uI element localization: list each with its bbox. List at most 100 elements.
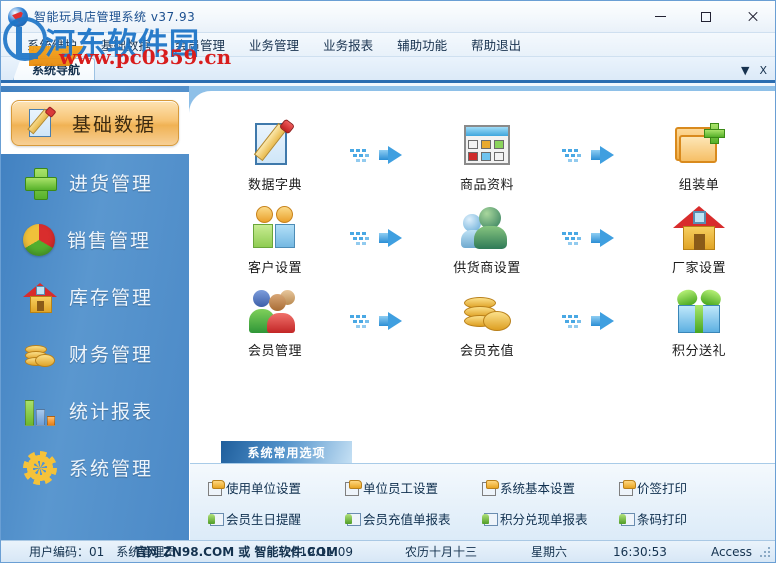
sidebar-item-label: 进货管理 [69,173,154,195]
flow-cell-supplier-setting[interactable]: 供货商设置 [432,202,542,276]
title-bar: 智能玩具店管理系统 v37.93 [1,1,775,33]
sidebar-item-label: 销售管理 [67,230,152,252]
pie-chart-icon [23,224,55,256]
maximize-button[interactable] [683,1,729,32]
options-row: 使用单位设置 单位员工设置 系统基本设置 价签打印 [190,478,775,497]
flow-cell-data-dictionary[interactable]: 数据字典 [220,118,330,193]
clipboard-gold-icon [482,480,499,496]
option-staff-setting[interactable]: 单位员工设置 [345,478,482,497]
sidebar-item-system[interactable]: 系统管理 [1,439,189,496]
flow-cell-assembly-order[interactable]: 组装单 [644,119,754,193]
clipboard-gold-icon [208,480,225,496]
tab-controls: ▼ X [741,64,775,80]
gold-coins-icon [461,285,513,337]
sidebar-item-label: 统计报表 [69,401,154,423]
menu-bar: 系统维护 基础数据 会员管理 业务管理 业务报表 辅助功能 帮助退出 [1,33,775,57]
supplier-people-icon [461,202,513,254]
flow-cell-points-gift[interactable]: 积分送礼 [644,285,754,359]
person-card-icon [208,512,224,526]
blue-arrow-right-icon [348,227,402,249]
tab-close-icon[interactable]: X [759,64,767,77]
flow-cell-goods-info[interactable]: 商品资料 [432,119,542,193]
option-system-basic-setting[interactable]: 系统基本设置 [482,478,619,497]
sidebar-item-label: 基础数据 [72,113,157,136]
blue-arrow-right-icon [348,310,402,332]
person-card-icon [482,512,498,526]
option-label: 单位员工设置 [363,481,439,496]
goods-window-icon [461,119,513,171]
gift-box-icon [673,285,725,337]
flow-cell-customer-setting[interactable]: 客户设置 [220,202,330,276]
sidebar-item-finance[interactable]: 财务管理 [1,325,189,382]
menu-item-business-reports[interactable]: 业务报表 [311,33,385,56]
sidebar-item-sales[interactable]: 销售管理 [1,211,189,268]
flow-cell-label: 积分送礼 [671,344,726,359]
status-database: Access [710,544,753,559]
option-barcode-print[interactable]: 条码打印 [619,509,756,528]
option-label: 价签打印 [637,481,688,496]
clipboard-gold-icon [345,480,362,496]
flow-cell-label: 会员充值 [459,344,514,359]
flow-cell-factory-setting[interactable]: 厂家设置 [644,202,754,276]
flow-cell-member-recharge[interactable]: 会员充值 [432,285,542,359]
status-lunar-date: 农历十月十三 [405,545,478,559]
option-points-redemption-report[interactable]: 积分兑现单报表 [482,509,619,528]
navigation-panel: 数据字典 商品资料 组装单 客户设置 供货商设置 厂家设置 会员管理 会员充值 … [189,91,775,540]
common-options-header: 系统常用选项 [221,441,352,463]
menu-item-auxiliary-functions[interactable]: 辅助功能 [385,33,459,56]
menu-item-system-maintenance[interactable]: 系统维护 [15,33,89,56]
common-options-title: 系统常用选项 [247,445,326,460]
coins-icon [23,337,57,371]
house-icon [23,280,57,314]
option-price-tag-print[interactable]: 价签打印 [619,478,756,497]
status-bar: 用户编码：01 系统管理员 官网 ZN98.COM 或 智能软件.COM 201… [1,540,775,562]
menu-item-member-management[interactable]: 会员管理 [163,33,237,56]
flow-cell-label: 商品资料 [459,178,514,193]
menu-item-help-exit[interactable]: 帮助退出 [459,33,533,56]
clipboard-gold-icon [619,480,636,496]
sidebar-item-basic-data[interactable]: 基础数据 [1,92,189,154]
status-weekday: 星期六 [531,545,568,559]
sidebar-item-statistics[interactable]: 统计报表 [1,382,189,439]
person-card-icon [619,512,635,526]
option-member-birthday-reminder[interactable]: 会员生日提醒 [208,509,345,528]
flow-cell-label: 会员管理 [247,344,302,359]
sidebar-item-inventory[interactable]: 库存管理 [1,268,189,325]
sidebar-item-label: 系统管理 [69,458,154,480]
app-logo-icon [8,6,28,27]
sidebar: 基础数据 进货管理 销售管理 库存管理 财务管理 统计报表 系统管理 [1,86,189,540]
flow-cell-label: 数据字典 [247,178,302,193]
tab-label: 系统导航 [32,63,81,77]
close-button[interactable] [729,1,775,32]
sidebar-item-label: 库存管理 [69,287,154,309]
flow-cell-label: 组装单 [678,178,720,193]
menu-item-basic-data[interactable]: 基础数据 [89,33,163,56]
status-site-overlay: 官网 ZN98.COM 或 智能软件.COM [135,545,338,559]
two-customers-icon [249,202,301,254]
minimize-button[interactable] [637,1,683,32]
sidebar-selected-button: 基础数据 [11,100,179,146]
window-controls [637,1,775,32]
application-window: 智能玩具店管理系统 v37.93 系统维护 基础数据 会员管理 业务管理 业务报… [0,0,776,563]
status-user-code: 用户编码：01 [29,545,105,559]
resize-grip[interactable] [759,546,771,558]
option-unit-setting[interactable]: 使用单位设置 [208,478,345,497]
blue-arrow-right-icon [560,227,614,249]
dictionary-icon [249,118,301,171]
tab-system-navigation[interactable]: 系统导航 [13,58,96,80]
blue-arrow-right-icon [560,144,614,166]
menu-item-business-management[interactable]: 业务管理 [237,33,311,56]
common-options-section: 系统常用选项 使用单位设置 单位员工设置 系统基本设置 价签打印 会员生日提醒 … [190,441,775,540]
flow-cell-member-management[interactable]: 会员管理 [220,285,330,359]
folder-plus-icon [673,119,725,171]
option-label: 积分兑现单报表 [500,512,588,527]
gear-icon [23,450,57,485]
window-title: 智能玩具店管理系统 v37.93 [34,10,196,24]
option-label: 条码打印 [637,512,688,527]
members-group-icon [249,285,301,337]
option-label: 会员生日提醒 [226,512,302,527]
option-member-recharge-report[interactable]: 会员充值单报表 [345,509,482,528]
tab-dropdown-icon[interactable]: ▼ [741,64,749,77]
option-label: 使用单位设置 [226,481,302,496]
sidebar-item-purchase[interactable]: 进货管理 [1,154,189,211]
